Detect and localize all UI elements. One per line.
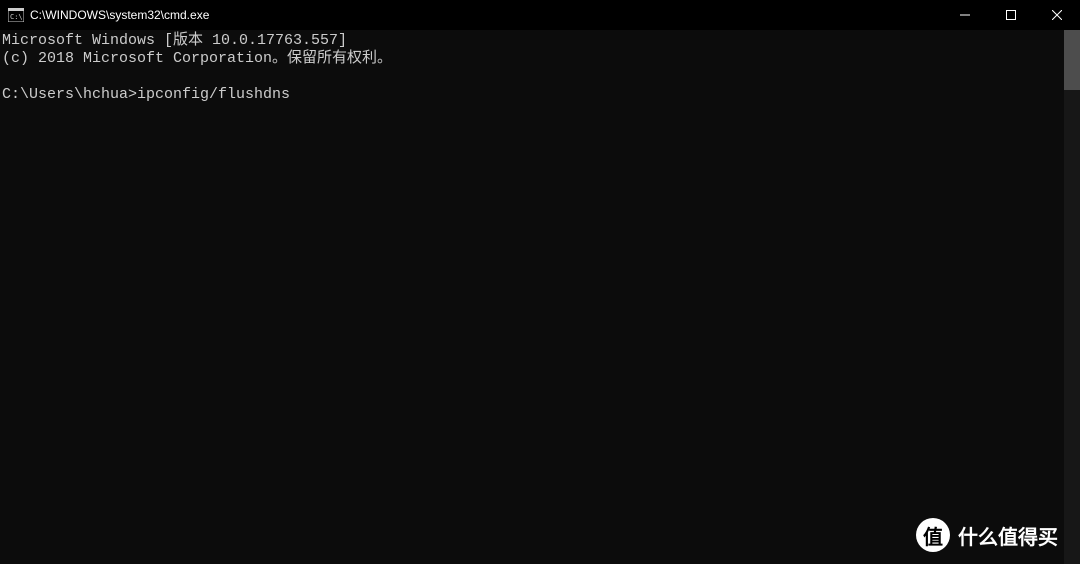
watermark-text: 什么值得买 <box>958 521 1058 550</box>
scrollbar-thumb[interactable] <box>1064 30 1080 90</box>
close-button[interactable] <box>1034 0 1080 30</box>
terminal-body: Microsoft Windows [版本 10.0.17763.557] (c… <box>0 30 1080 564</box>
terminal-content[interactable]: Microsoft Windows [版本 10.0.17763.557] (c… <box>0 30 1064 564</box>
window-title: C:\WINDOWS\system32\cmd.exe <box>30 8 209 22</box>
minimize-button[interactable] <box>942 0 988 30</box>
titlebar-left: C:\ C:\WINDOWS\system32\cmd.exe <box>0 8 209 22</box>
maximize-button[interactable] <box>988 0 1034 30</box>
terminal-command: ipconfig/flushdns <box>137 86 290 103</box>
watermark: 值 什么值得买 <box>916 518 1058 552</box>
terminal-prompt: C:\Users\hchua> <box>2 86 137 103</box>
window-titlebar: C:\ C:\WINDOWS\system32\cmd.exe <box>0 0 1080 30</box>
svg-text:C:\: C:\ <box>10 13 23 21</box>
terminal-line: Microsoft Windows [版本 10.0.17763.557] <box>2 32 347 49</box>
watermark-badge-icon: 值 <box>916 518 950 552</box>
watermark-badge-text: 值 <box>923 521 943 550</box>
window-controls <box>942 0 1080 30</box>
cmd-icon: C:\ <box>8 8 24 22</box>
terminal-line: (c) 2018 Microsoft Corporation。保留所有权利。 <box>2 50 392 67</box>
vertical-scrollbar[interactable] <box>1064 30 1080 564</box>
